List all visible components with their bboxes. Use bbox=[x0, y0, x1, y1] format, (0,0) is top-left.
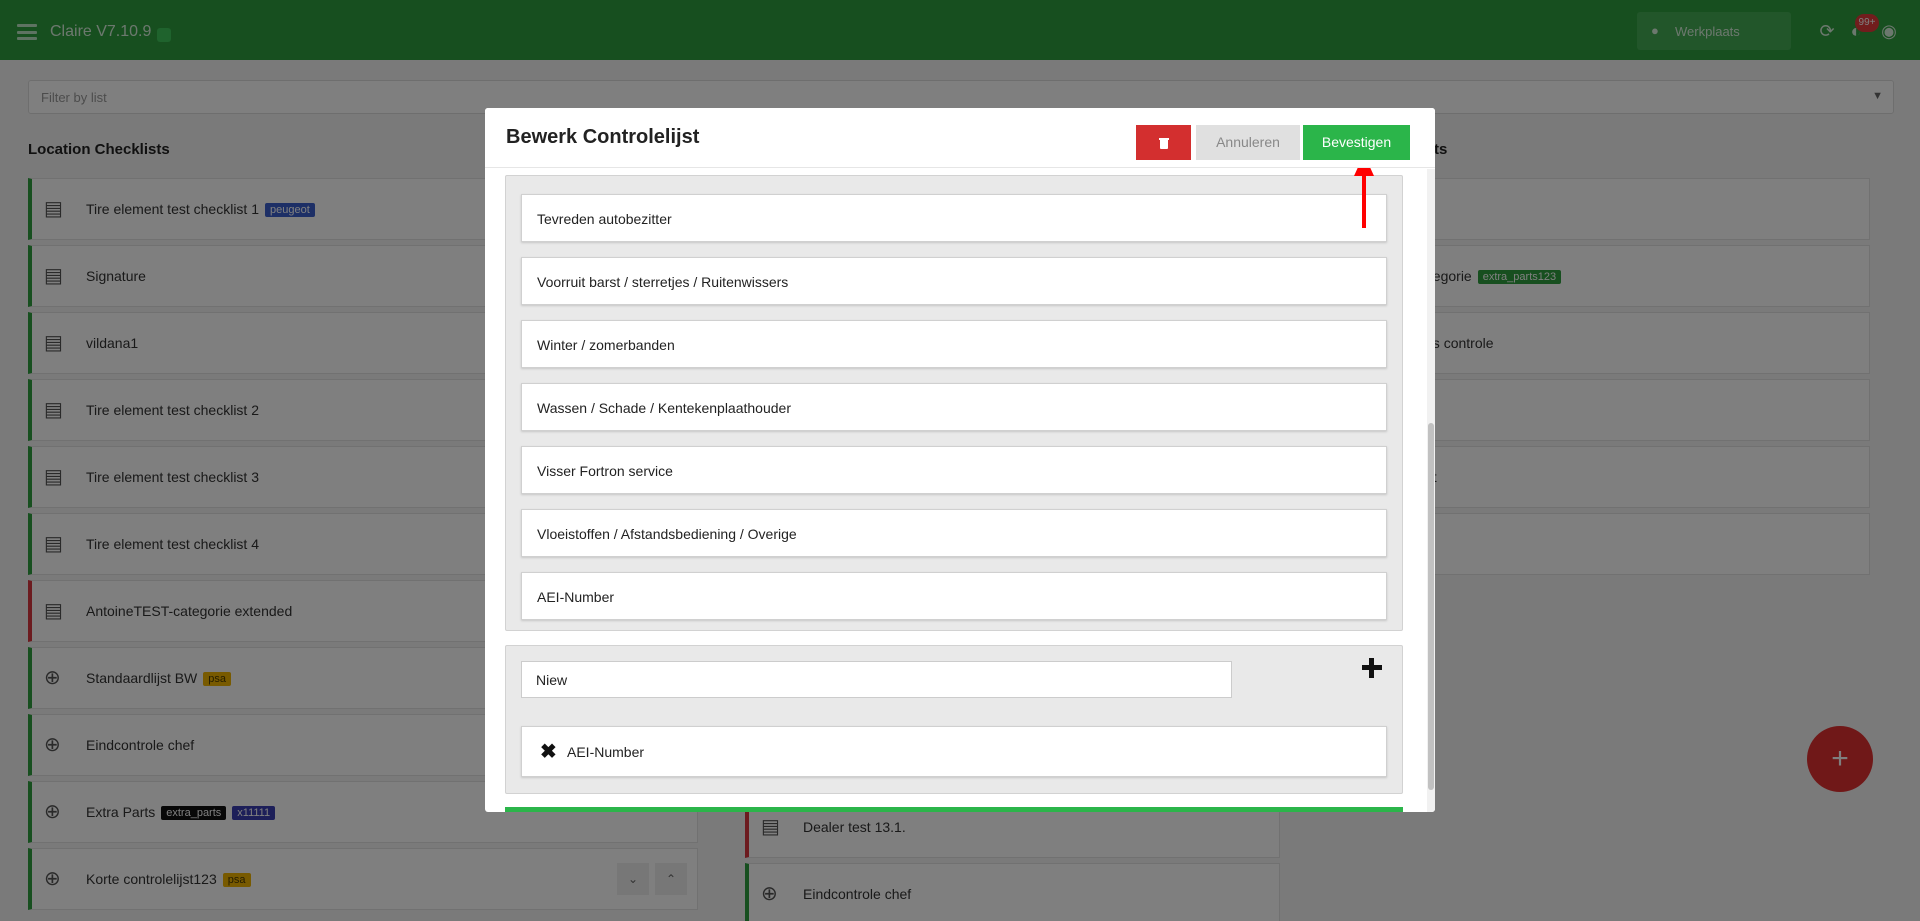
section-divider bbox=[505, 807, 1403, 812]
modal-header: Bewerk Controlelijst Annuleren Bevestige… bbox=[485, 108, 1435, 168]
confirm-button[interactable]: Bevestigen bbox=[1303, 125, 1410, 160]
modal-scrollbar[interactable] bbox=[1427, 169, 1435, 812]
checklist-item-label: Vloeistoffen / Afstandsbediening / Overi… bbox=[537, 526, 797, 542]
edit-checklist-modal: Bewerk Controlelijst Annuleren Bevestige… bbox=[485, 108, 1435, 812]
checklist-item[interactable]: Voorruit barst / sterretjes / Ruitenwiss… bbox=[521, 257, 1387, 305]
modal-title: Bewerk Controlelijst bbox=[506, 126, 700, 148]
checklist-item[interactable]: Winter / zomerbanden bbox=[521, 320, 1387, 368]
checklist-item-label: AEI-Number bbox=[537, 589, 615, 605]
checklist-item[interactable]: AEI-Number bbox=[521, 572, 1387, 620]
checklist-items-group: Tevreden autobezitter Voorruit barst / s… bbox=[505, 175, 1403, 631]
checklist-item[interactable]: Vloeistoffen / Afstandsbediening / Overi… bbox=[521, 509, 1387, 557]
modal-body: Tevreden autobezitter Voorruit barst / s… bbox=[485, 169, 1435, 812]
checklist-item-label: Winter / zomerbanden bbox=[537, 337, 675, 353]
checklist-item-label: Tevreden autobezitter bbox=[537, 211, 672, 227]
trash-icon bbox=[1158, 138, 1169, 149]
checklist-item[interactable]: Wassen / Schade / Kentekenplaathouder bbox=[521, 383, 1387, 431]
checklist-item[interactable]: Visser Fortron service bbox=[521, 446, 1387, 494]
close-icon[interactable]: ✖ bbox=[540, 742, 557, 762]
cancel-button[interactable]: Annuleren bbox=[1196, 125, 1300, 160]
plus-icon[interactable] bbox=[1362, 658, 1382, 678]
scrollbar-thumb[interactable] bbox=[1428, 423, 1434, 790]
checklist-item-label: Voorruit barst / sterretjes / Ruitenwiss… bbox=[537, 274, 789, 290]
new-item-group: ✖ AEI-Number bbox=[505, 645, 1403, 794]
selected-item-label: AEI-Number bbox=[567, 744, 645, 760]
new-item-input[interactable] bbox=[521, 661, 1232, 698]
checklist-item-label: Visser Fortron service bbox=[537, 463, 673, 479]
delete-button[interactable] bbox=[1136, 125, 1191, 160]
selected-item: ✖ AEI-Number bbox=[521, 726, 1387, 777]
checklist-item[interactable]: Tevreden autobezitter bbox=[521, 194, 1387, 242]
checklist-item-label: Wassen / Schade / Kentekenplaathouder bbox=[537, 400, 791, 416]
